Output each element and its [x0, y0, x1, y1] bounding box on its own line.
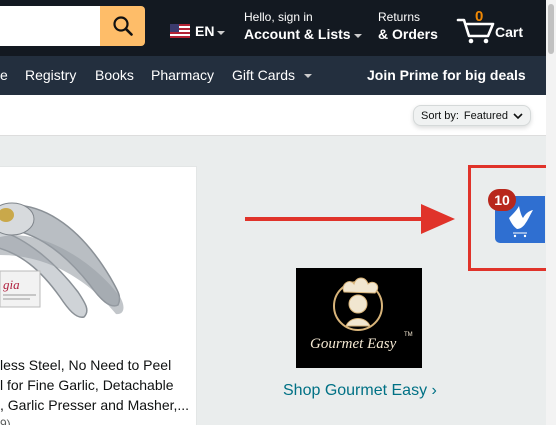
- chevron-down-icon: [353, 34, 362, 38]
- language-label: EN: [195, 23, 215, 39]
- chevron-down-icon: [513, 112, 523, 119]
- orders-label: & Orders: [378, 26, 438, 42]
- chef-logo-icon: Gourmet Easy TM: [310, 277, 413, 352]
- language-selector[interactable]: EN: [170, 20, 226, 42]
- trademark-mark: TM: [404, 332, 413, 338]
- search-button[interactable]: [100, 6, 145, 46]
- product-image[interactable]: gia: [0, 167, 196, 345]
- product-card[interactable]: gia less Steel, No Need to Peel l for Fi…: [0, 166, 197, 425]
- sort-label: Sort by:: [421, 109, 459, 122]
- search-input[interactable]: [0, 6, 101, 46]
- top-nav-bar: EN Hello, sign in Account & Lists Return…: [0, 0, 556, 56]
- product-title[interactable]: less Steel, No Need to Peel l for Fine G…: [0, 355, 196, 415]
- rating-count[interactable]: 9): [0, 417, 11, 425]
- cart-count: 0: [475, 8, 484, 25]
- account-greeting: Hello, sign in: [244, 10, 313, 24]
- returns-label: Returns: [378, 10, 421, 24]
- annotation-arrow-icon: [245, 204, 455, 234]
- us-flag-icon: [170, 24, 190, 38]
- search-icon: [112, 16, 133, 36]
- nav-item-partial[interactable]: e: [0, 67, 8, 83]
- account-label: Account & Lists: [244, 26, 351, 42]
- gift-cards-label: Gift Cards: [232, 67, 296, 83]
- chevron-down-icon: [217, 31, 226, 35]
- brand-logo[interactable]: Gourmet Easy TM: [296, 268, 422, 368]
- nav-item-pharmacy[interactable]: Pharmacy: [151, 67, 214, 83]
- scrollbar-thumb[interactable]: [548, 4, 554, 54]
- secondary-nav-bar: e Registry Books Pharmacy Gift Cards Joi…: [0, 56, 556, 95]
- amazon-search-page: EN Hello, sign in Account & Lists Return…: [0, 0, 556, 425]
- nav-item-gift-cards[interactable]: Gift Cards: [232, 67, 312, 83]
- extension-badge-count: 10: [488, 189, 516, 211]
- shop-brand-link[interactable]: Shop Gourmet Easy ›: [283, 382, 437, 400]
- returns-orders-link[interactable]: Returns & Orders: [378, 10, 438, 43]
- join-prime-link[interactable]: Join Prime for big deals: [367, 67, 526, 83]
- nav-item-books[interactable]: Books: [95, 67, 134, 83]
- sort-dropdown[interactable]: Sort by: Featured: [413, 105, 531, 126]
- award-tag-text: gia: [3, 277, 20, 292]
- chevron-down-icon: [303, 74, 312, 78]
- page-scrollbar[interactable]: [546, 0, 556, 425]
- cart-button[interactable]: 0 Cart: [456, 8, 530, 44]
- brand-logo-text: Gourmet Easy: [310, 336, 397, 352]
- sort-value: Featured: [463, 109, 508, 122]
- cart-label: Cart: [495, 24, 524, 40]
- account-lists-menu[interactable]: Hello, sign in Account & Lists: [244, 10, 362, 43]
- garlic-press-image: gia: [0, 202, 124, 318]
- results-toolbar: Sort by: Featured: [0, 95, 556, 136]
- nav-item-registry[interactable]: Registry: [25, 67, 76, 83]
